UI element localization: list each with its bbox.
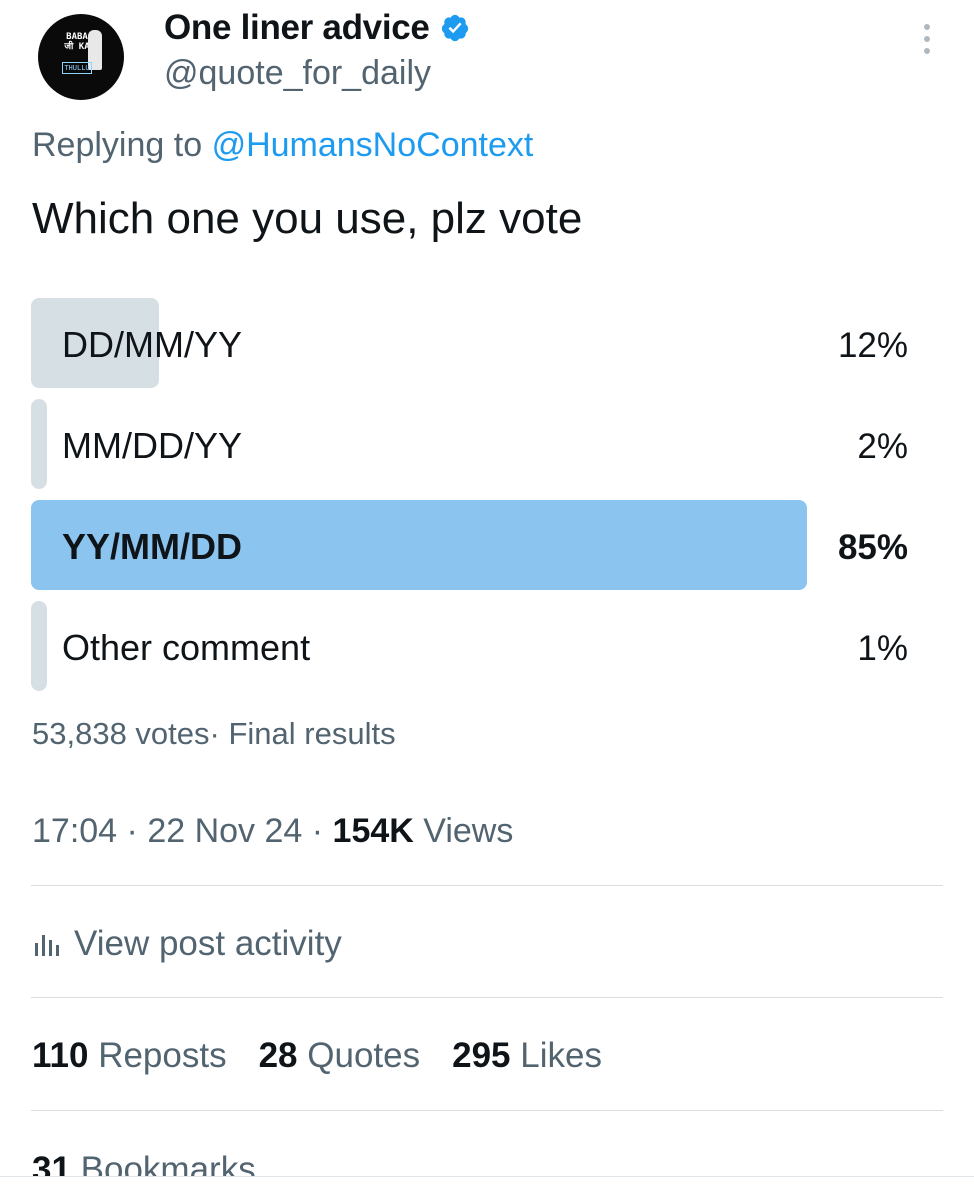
bookmarks-stat[interactable]: 31 Bookmarks	[32, 1150, 256, 1176]
replying-to: Replying to @HumansNoContext	[32, 126, 533, 165]
likes-count: 295	[452, 1036, 511, 1075]
bookmarks-label: Bookmarks	[70, 1150, 256, 1176]
user-handle[interactable]: @quote_for_daily	[164, 54, 431, 93]
divider	[31, 1110, 943, 1111]
separator-dot: ·	[302, 812, 333, 850]
display-name[interactable]: One liner advice	[164, 8, 430, 48]
poll-option-label: YY/MM/DD	[62, 526, 242, 567]
poll-option-bar	[31, 601, 47, 691]
reply-mention-link[interactable]: @HumansNoContext	[212, 126, 534, 164]
quotes-stat[interactable]: 28 Quotes	[259, 1036, 421, 1076]
likes-label: Likes	[510, 1036, 602, 1075]
poll-option: YY/MM/DD 85%	[31, 500, 911, 590]
quotes-label: Quotes	[297, 1036, 421, 1075]
bottom-bar-edge	[0, 1176, 974, 1177]
reposts-label: Reposts	[88, 1036, 227, 1075]
poll: DD/MM/YY 12% MM/DD/YY 2% YY/MM/DD 85% Other co…	[31, 298, 911, 702]
timestamp: 17:04 · 22 Nov 24 · 154K Views	[32, 812, 513, 851]
tweet-time[interactable]: 17:04	[32, 812, 117, 850]
quotes-count: 28	[258, 1036, 298, 1075]
poll-option-percent: 2%	[857, 427, 908, 466]
tweet-header: BABA जी KA THULLU One liner advice @quote…	[36, 6, 938, 106]
views-count: 154K	[332, 812, 414, 850]
poll-option-percent: 12%	[837, 326, 908, 365]
tweet-text: Which one you use, plz vote	[32, 194, 583, 243]
views-label: Views	[413, 812, 514, 850]
poll-option-percent: 85%	[837, 528, 908, 567]
poll-option: Other comment 1%	[31, 601, 911, 691]
divider	[31, 997, 943, 998]
analytics-icon	[35, 935, 59, 956]
name-row: One liner advice	[164, 8, 470, 48]
view-post-activity-button[interactable]: View post activity	[32, 924, 342, 964]
likes-stat[interactable]: 295 Likes	[452, 1036, 602, 1076]
engagement-stats: 110 Reposts 28 Quotes 295 Likes	[32, 1036, 634, 1076]
poll-option-label: DD/MM/YY	[62, 324, 242, 365]
replying-prefix: Replying to	[32, 126, 203, 164]
separator-dot: ·	[117, 812, 148, 850]
verified-badge-icon	[441, 14, 468, 42]
poll-option: DD/MM/YY 12%	[31, 298, 911, 388]
poll-option-label: Other comment	[62, 627, 311, 668]
poll-option-bar	[31, 399, 47, 489]
avatar-logo-tag: THULLU	[62, 62, 92, 74]
poll-option: MM/DD/YY 2%	[31, 399, 911, 489]
divider	[31, 885, 943, 886]
reposts-count: 110	[32, 1036, 89, 1075]
view-post-activity-label: View post activity	[74, 924, 342, 963]
tweet-date[interactable]: 22 Nov 24	[147, 812, 302, 850]
poll-meta: 53,838 votes· Final results	[32, 716, 396, 751]
poll-option-label: MM/DD/YY	[62, 425, 242, 466]
poll-option-percent: 1%	[857, 629, 908, 668]
reposts-stat[interactable]: 110 Reposts	[32, 1036, 227, 1076]
bookmarks-count: 31	[32, 1150, 71, 1176]
more-options-icon[interactable]	[922, 24, 932, 60]
avatar[interactable]: BABA जी KA THULLU	[38, 14, 124, 100]
